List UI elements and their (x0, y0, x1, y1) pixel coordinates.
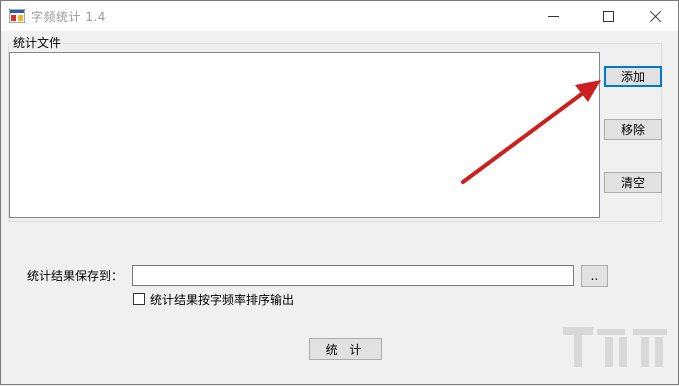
close-icon (649, 10, 662, 23)
file-list[interactable] (9, 52, 600, 218)
maximize-icon (602, 10, 614, 22)
add-button[interactable]: 添加 (604, 66, 662, 87)
clear-button[interactable]: 清空 (604, 172, 662, 193)
watermark-logo-icon (563, 327, 667, 367)
title-bar[interactable]: 字频统计 1.4 (1, 1, 678, 31)
app-window: 字频统计 1.4 统计文件 添加 移除 清空 统计结果保存到： .. 统计结果按… (0, 0, 679, 385)
minimize-icon (547, 15, 559, 17)
sort-output-label[interactable]: 统计结果按字频率排序输出 (150, 291, 294, 308)
save-path-label: 统计结果保存到： (27, 269, 124, 283)
remove-button[interactable]: 移除 (604, 119, 662, 140)
browse-button[interactable]: .. (581, 265, 608, 287)
close-button[interactable] (633, 1, 677, 31)
sort-output-checkbox[interactable] (133, 293, 145, 305)
minimize-button[interactable] (531, 1, 575, 31)
run-statistics-button[interactable]: 统 计 (309, 338, 382, 360)
file-group-label: 统计文件 (11, 34, 64, 51)
save-path-input[interactable] (132, 265, 574, 286)
app-icon (9, 9, 25, 23)
window-title: 字频统计 1.4 (31, 10, 106, 24)
maximize-button[interactable] (586, 1, 630, 31)
